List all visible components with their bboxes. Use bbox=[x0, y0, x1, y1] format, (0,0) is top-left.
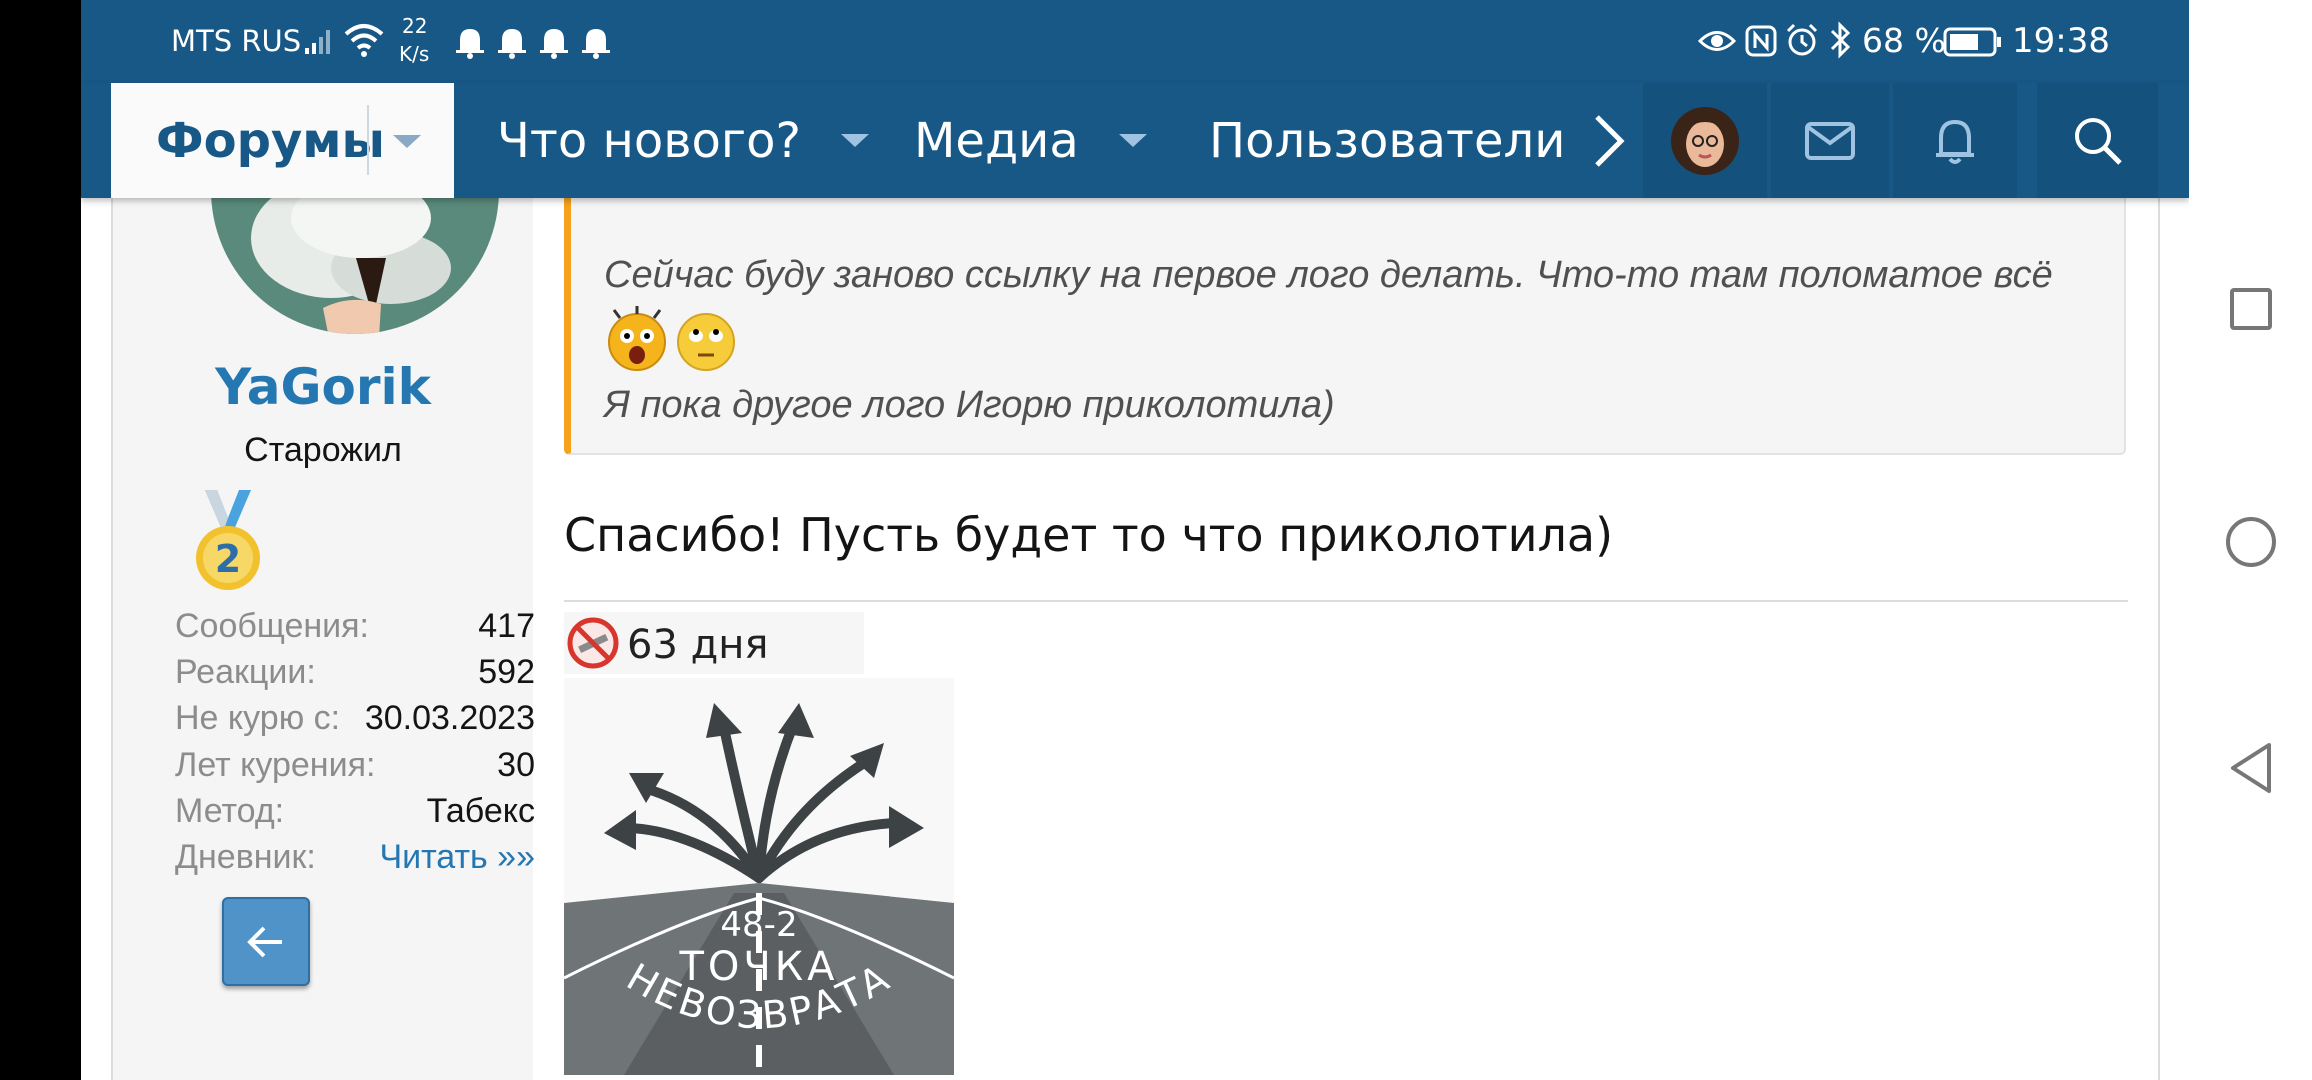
user-stat-row: Лет курения: 30 bbox=[175, 745, 535, 785]
back-button[interactable] bbox=[222, 897, 310, 986]
user-stat-row: Реакции: 592 bbox=[175, 652, 535, 692]
user-stat-row: Не курю с: 30.03.2023 bbox=[175, 698, 535, 738]
logo-word-1: ТОЧКА bbox=[678, 944, 838, 990]
home-button[interactable] bbox=[2226, 517, 2276, 567]
notification-icons bbox=[454, 25, 622, 59]
clock: 19:38 bbox=[2012, 21, 2110, 61]
arrow-left-icon bbox=[247, 926, 282, 957]
status-bar: MTS RUS 22 K/s 68 % 19:38 bbox=[81, 0, 2189, 83]
no-smoking-icon bbox=[567, 617, 619, 669]
speed-unit: K/s bbox=[399, 42, 430, 66]
quote-line-1: Сейчас буду заново ссылку на первое лого… bbox=[604, 254, 2053, 296]
medal-rank: 2 bbox=[215, 537, 241, 581]
quote-line-2: Я пока другое лого Игорю приколотила) bbox=[604, 384, 1335, 426]
user-stat-row: Метод: Табекс bbox=[175, 791, 535, 831]
chevron-down-icon[interactable] bbox=[393, 135, 421, 148]
tab-users[interactable]: Пользователи bbox=[1209, 83, 1565, 198]
eyeroll-emoji-icon bbox=[677, 313, 735, 371]
tab-media[interactable]: Медиа bbox=[914, 83, 1147, 198]
search-button[interactable] bbox=[2037, 83, 2158, 198]
user-stat-value: 592 bbox=[478, 653, 535, 692]
days-smoke-free: 63 дня bbox=[627, 622, 769, 668]
bell-icon bbox=[1936, 119, 1974, 164]
username[interactable]: YaGorik bbox=[113, 358, 533, 416]
chevron-down-icon[interactable] bbox=[840, 134, 869, 147]
tab-forums[interactable]: Форумы bbox=[111, 83, 454, 198]
eye-icon bbox=[1698, 31, 1736, 51]
user-stat-value: Табекс bbox=[426, 791, 535, 830]
signature-logo: 48-2 ТОЧКА НЕВОЗВРАТА bbox=[564, 678, 954, 1075]
user-stat-label: Метод: bbox=[175, 791, 285, 830]
envelope-icon bbox=[1805, 121, 1855, 160]
search-icon bbox=[2074, 117, 2122, 165]
tab-whats-new[interactable]: Что нового? bbox=[497, 83, 869, 198]
notification-bell-icon bbox=[498, 29, 526, 59]
logo-number: 48-2 bbox=[720, 905, 797, 945]
back-nav-button[interactable] bbox=[2227, 741, 2275, 795]
nfc-icon bbox=[1745, 25, 1777, 57]
chevron-down-icon[interactable] bbox=[1118, 134, 1147, 147]
signature-divider bbox=[564, 600, 2128, 602]
forum-navbar: Форумы Что нового? Медиа Пользователи bbox=[81, 83, 2189, 198]
tab-whats-new-label: Что нового? bbox=[497, 112, 801, 169]
signal-icon bbox=[305, 30, 330, 54]
user-stat-value: 417 bbox=[478, 607, 535, 645]
inbox-button[interactable] bbox=[1771, 83, 1889, 198]
recents-button[interactable] bbox=[2230, 288, 2272, 330]
user-stat-value: 30.03.2023 bbox=[364, 699, 535, 738]
wifi-icon bbox=[344, 24, 384, 57]
divider bbox=[367, 105, 369, 175]
tab-media-label: Медиа bbox=[914, 112, 1079, 169]
chevron-right-icon[interactable] bbox=[1589, 113, 1629, 169]
user-stat-label: Реакции: bbox=[175, 653, 316, 692]
medal-icon: 2 bbox=[196, 490, 260, 590]
notification-bell-icon bbox=[582, 29, 610, 59]
notification-bell-icon bbox=[540, 29, 568, 59]
user-stat-label: Сообщения: bbox=[175, 607, 369, 645]
account-button[interactable] bbox=[1643, 83, 1767, 198]
post-user-panel: YaGorik Старожил 2 Сообщения: 417 Реакции:… bbox=[113, 198, 535, 1080]
browser-page: MTS RUS 22 K/s 68 % 19:38 Форумы Что нов… bbox=[81, 0, 2189, 1080]
quote-block: Сейчас буду заново ссылку на первое лого… bbox=[564, 129, 2126, 455]
signature-counter: 63 дня bbox=[564, 612, 864, 674]
alerts-button[interactable] bbox=[1893, 83, 2017, 198]
user-stat-row: Сообщения: 417 bbox=[175, 606, 535, 646]
user-stat-label: Дневник: bbox=[175, 838, 316, 876]
battery-icon bbox=[1943, 27, 2001, 57]
user-avatar[interactable] bbox=[211, 198, 499, 334]
user-stat-label: Не курю с: bbox=[175, 699, 341, 738]
bluetooth-icon bbox=[1830, 21, 1851, 59]
android-navigation-bar bbox=[2189, 0, 2312, 1080]
tab-forums-label: Форумы bbox=[156, 112, 385, 169]
user-stat-row: Дневник: Читать »» bbox=[175, 837, 535, 877]
carrier-label: MTS RUS bbox=[171, 24, 302, 58]
shocked-emoji-icon bbox=[608, 306, 666, 371]
user-title: Старожил bbox=[244, 431, 402, 469]
user-stat-label: Лет курения: bbox=[175, 745, 376, 784]
post-message: Спасибо! Пусть будет то что приколотила) bbox=[564, 508, 1614, 562]
tab-users-label: Пользователи bbox=[1209, 112, 1566, 169]
battery-percent: 68 % bbox=[1862, 21, 1946, 60]
notification-bell-icon bbox=[456, 29, 484, 59]
diary-link[interactable]: Читать »» bbox=[379, 837, 535, 877]
user-stat-value: 30 bbox=[497, 745, 535, 784]
avatar bbox=[1671, 106, 1739, 175]
speed-value: 22 bbox=[402, 14, 428, 38]
alarm-icon bbox=[1786, 23, 1818, 56]
